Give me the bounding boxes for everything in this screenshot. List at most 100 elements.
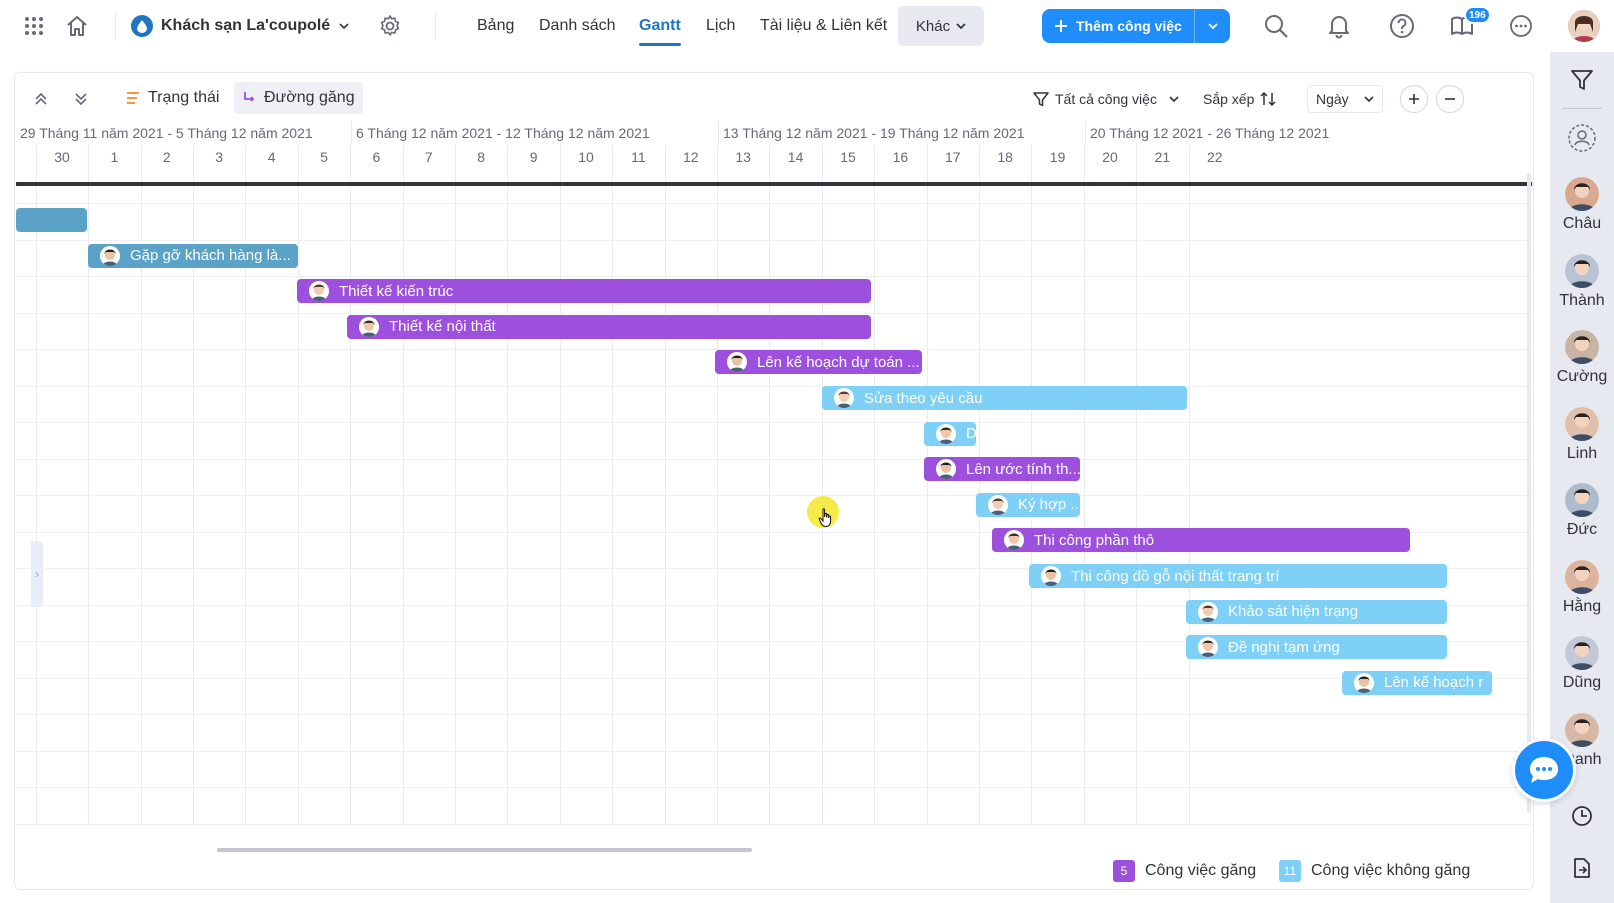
day-label: 14 bbox=[787, 149, 804, 165]
task-bar[interactable]: D bbox=[924, 421, 976, 446]
assignee-avatar bbox=[988, 494, 1008, 515]
day-label: 3 bbox=[215, 149, 224, 165]
day-label: 21 bbox=[1154, 149, 1171, 165]
member-filter-item[interactable]: Thành bbox=[1550, 253, 1614, 310]
day-label: 15 bbox=[840, 149, 856, 165]
grid-column-line bbox=[874, 145, 876, 825]
more-tabs-dropdown[interactable]: Khác bbox=[898, 6, 984, 46]
add-task-options-button[interactable] bbox=[1195, 9, 1230, 43]
chevron-down-icon bbox=[956, 23, 966, 30]
legend-noncritical-count: 11 bbox=[1279, 860, 1301, 882]
tab-calendar[interactable]: Lịch bbox=[706, 0, 735, 52]
day-label: 2 bbox=[162, 149, 171, 165]
user-avatar[interactable] bbox=[1568, 10, 1600, 42]
task-bar[interactable]: Lên kế hoạch dự toán ... bbox=[715, 350, 922, 375]
assignee-avatar bbox=[100, 245, 120, 266]
task-filter-dropdown[interactable]: Tất cả công việc bbox=[1033, 85, 1179, 113]
assignee-avatar bbox=[1354, 672, 1374, 693]
sort-button[interactable]: Sắp xếp bbox=[1203, 85, 1276, 113]
tab-gantt[interactable]: Gantt bbox=[639, 0, 681, 52]
task-label: Sửa theo yêu cầu bbox=[864, 389, 983, 407]
grid-column-line bbox=[717, 145, 718, 825]
tab-list[interactable]: Danh sách bbox=[539, 0, 616, 52]
horizontal-scrollbar[interactable] bbox=[217, 848, 752, 852]
grid-row-line bbox=[16, 495, 1532, 496]
grid-column-line bbox=[926, 145, 928, 825]
assignee-avatar bbox=[834, 388, 854, 408]
zoom-out-button[interactable] bbox=[1436, 85, 1464, 113]
task-label: Thiết kế nội thất bbox=[389, 318, 496, 336]
project-selector[interactable]: Khách sạn La'coupolé bbox=[131, 12, 350, 40]
critical-path-toggle-button[interactable]: Đường găng bbox=[234, 82, 363, 114]
clock-history-icon[interactable] bbox=[1566, 800, 1598, 832]
notification-count-badge: 196 bbox=[1464, 6, 1491, 24]
expand-side-panel-handle[interactable]: › bbox=[31, 541, 43, 607]
member-filter-item[interactable]: Dũng bbox=[1550, 636, 1614, 692]
add-task-button-group: Thêm công việc bbox=[1042, 9, 1230, 43]
task-bar[interactable]: Lên ước tính th... bbox=[924, 457, 1080, 482]
add-task-label: Thêm công việc bbox=[1076, 18, 1182, 34]
member-filter-item[interactable]: Cường bbox=[1550, 330, 1614, 386]
search-icon[interactable] bbox=[1258, 8, 1294, 44]
task-bar[interactable]: Thi công đồ gỗ nội thất trang trí bbox=[1029, 564, 1447, 588]
day-label: 30 bbox=[54, 149, 70, 165]
zoom-in-button[interactable] bbox=[1400, 85, 1428, 113]
export-document-icon[interactable] bbox=[1566, 852, 1598, 884]
grid-row-line bbox=[16, 239, 1532, 241]
task-bar[interactable]: Thiết kế kiến trúc bbox=[297, 279, 871, 304]
assignee-avatar bbox=[936, 459, 956, 480]
time-scale-select[interactable]: Ngày bbox=[1307, 85, 1383, 113]
task-bar[interactable]: Đề nghị tạm ứng bbox=[1186, 635, 1447, 660]
day-label: 8 bbox=[477, 149, 486, 165]
task-bar[interactable]: Khảo sát hiện trạng bbox=[1186, 599, 1447, 624]
apps-grid-icon[interactable] bbox=[16, 8, 52, 44]
chevron-down-icon bbox=[1364, 96, 1374, 103]
task-bar[interactable]: Thi công phần thô bbox=[992, 528, 1410, 553]
filter-icon[interactable] bbox=[1566, 64, 1598, 96]
member-name: Cường bbox=[1556, 368, 1608, 385]
task-bar[interactable]: Lên kế hoạch r bbox=[1342, 670, 1492, 695]
help-icon[interactable] bbox=[1384, 8, 1420, 44]
grid-row-line bbox=[16, 714, 1532, 715]
member-filter-item[interactable]: Hằng bbox=[1550, 559, 1614, 616]
week-header: 20 Tháng 12 2021 - 26 Tháng 12 2021 bbox=[1085, 121, 1532, 145]
task-bar[interactable]: Gặp gỡ khách hàng là... bbox=[88, 243, 298, 268]
chat-support-button[interactable] bbox=[1512, 738, 1576, 802]
member-filter-item[interactable]: Đức bbox=[1550, 483, 1614, 539]
day-label: 16 bbox=[892, 149, 909, 165]
member-name: Hằng bbox=[1562, 597, 1602, 615]
task-label: D bbox=[966, 425, 976, 443]
task-label: Thi công phần thô bbox=[1034, 531, 1155, 549]
task-label: Khảo sát hiện trạng bbox=[1228, 603, 1359, 621]
task-bar[interactable]: Thiết kế nội thất bbox=[347, 314, 871, 339]
project-name: Khách sạn La'coupolé bbox=[161, 17, 331, 34]
bell-icon[interactable] bbox=[1321, 8, 1357, 44]
status-toggle-button[interactable]: Trạng thái bbox=[118, 82, 227, 114]
member-avatar bbox=[1565, 177, 1599, 211]
vertical-scrollbar[interactable] bbox=[1527, 173, 1531, 813]
sort-label: Sắp xếp bbox=[1203, 91, 1255, 107]
chat-bubble-icon bbox=[1530, 757, 1558, 783]
more-options-icon[interactable] bbox=[1503, 8, 1539, 44]
member-filter-item[interactable]: Châu bbox=[1550, 177, 1614, 233]
member-avatar bbox=[1565, 712, 1599, 747]
expand-all-icon[interactable] bbox=[67, 85, 95, 113]
status-label: Trạng thái bbox=[148, 89, 220, 106]
member-filter-item[interactable]: Linh bbox=[1550, 406, 1614, 463]
collapse-all-icon[interactable] bbox=[27, 85, 55, 113]
home-icon[interactable] bbox=[59, 8, 95, 44]
task-bar[interactable]: Ký hợp ... bbox=[976, 492, 1080, 517]
tab-docs-links[interactable]: Tài liệu & Liên kết bbox=[760, 0, 887, 52]
tab-board[interactable]: Bảng bbox=[477, 0, 514, 52]
unassigned-person-icon[interactable] bbox=[1566, 122, 1598, 154]
day-label: 1 bbox=[110, 149, 119, 165]
grid-column-line bbox=[612, 145, 614, 825]
grid-row-line bbox=[16, 677, 1532, 679]
add-task-button[interactable]: Thêm công việc bbox=[1042, 9, 1195, 43]
settings-gear-icon[interactable] bbox=[372, 8, 408, 44]
task-bar[interactable] bbox=[16, 208, 87, 232]
day-label: 19 bbox=[1049, 149, 1066, 165]
legend-critical-count: 5 bbox=[1113, 860, 1135, 882]
divider bbox=[115, 12, 116, 40]
task-bar[interactable]: Sửa theo yêu cầu bbox=[822, 386, 1187, 410]
